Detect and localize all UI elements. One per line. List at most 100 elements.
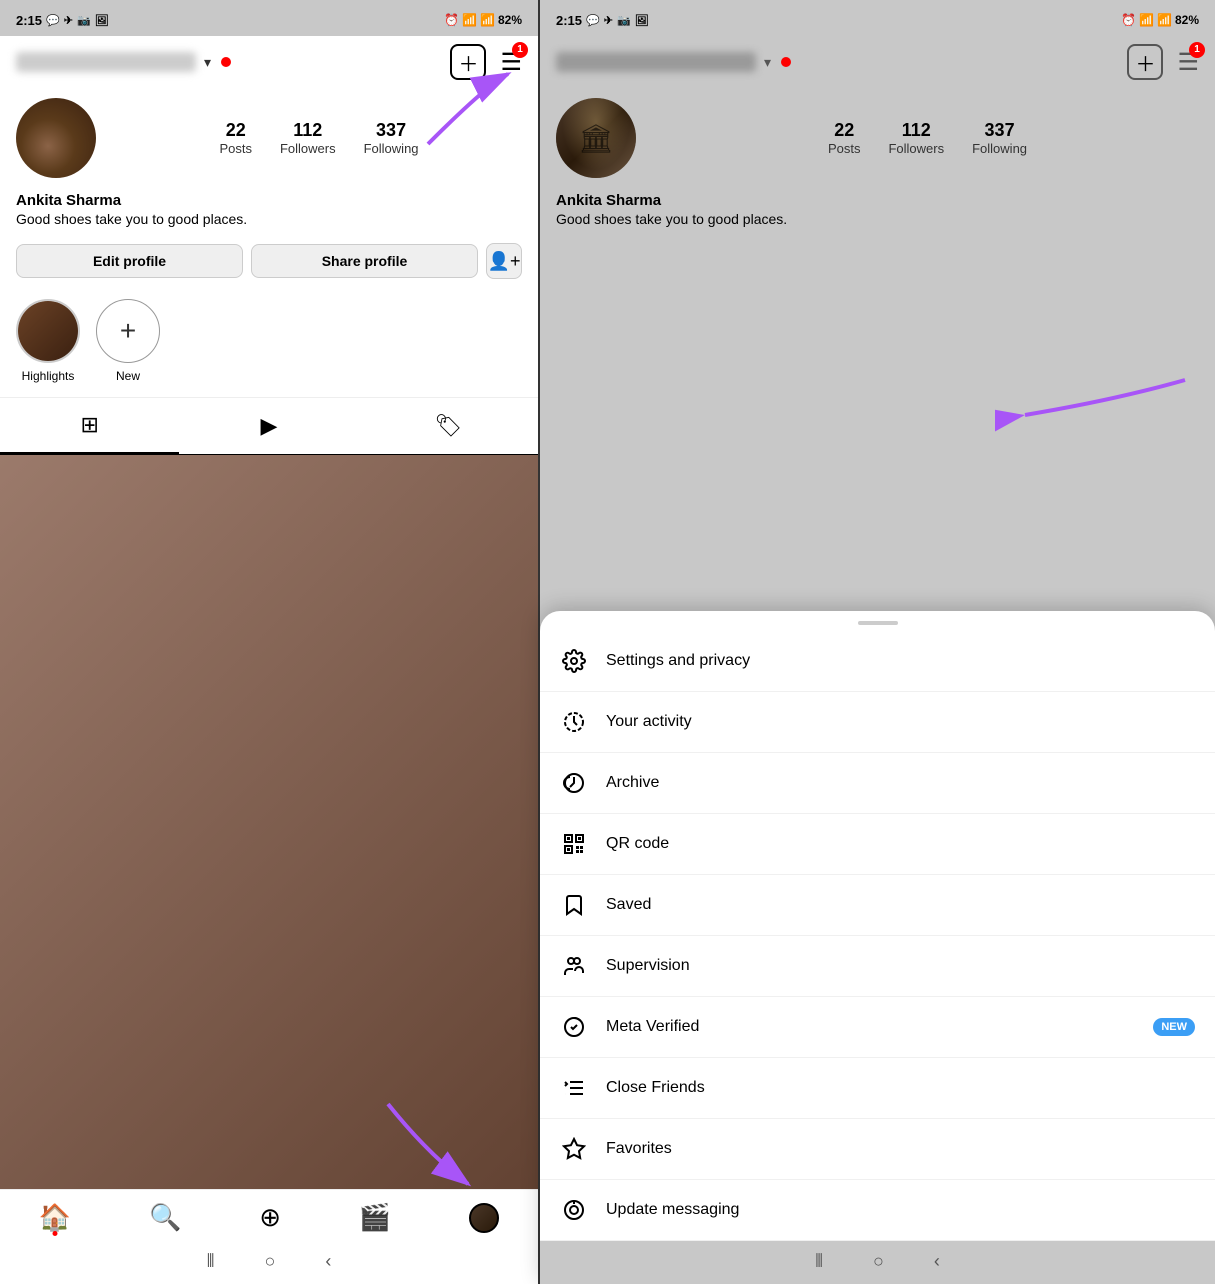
saved-label: Saved [606,896,651,914]
activity-dot-right [781,57,791,67]
arrow-to-settings [995,360,1195,440]
menu-item-archive[interactable]: Archive [540,753,1215,814]
wifi-icon: 📶 [462,13,477,27]
gallery-icon: 🖼 [95,14,109,27]
whatsapp-icon: 💬 [46,14,60,27]
posts-stat-right[interactable]: 22 Posts [828,120,861,156]
highlight-item-1[interactable]: Highlights [16,299,80,383]
add-post-button[interactable]: ＋ [450,44,486,80]
avatar-image-right: 🏛 [556,98,636,178]
signal-icon: 📶 [480,13,495,27]
profile-bio-right: Good shoes take you to good places. [556,211,1199,227]
menu-item-saved[interactable]: Saved [540,875,1215,936]
favorites-icon [560,1135,588,1163]
close-friends-icon [560,1074,588,1102]
telegram-icon-r: ✈ [604,14,613,27]
android-home-btn[interactable]: ○ [265,1251,276,1272]
update-messaging-icon [560,1196,588,1224]
signal-icon-r: 📶 [1157,13,1172,27]
menu-item-update-messaging[interactable]: Update messaging [540,1180,1215,1241]
status-bar-left: 2:15 💬 ✈ 📷 🖼 ⏰ 📶 📶 82% [0,0,538,36]
menu-item-close-friends[interactable]: Close Friends [540,1058,1215,1119]
reels-icon: ▶ [261,413,278,439]
posts-label-right: Posts [828,141,861,156]
highlight-label-new: New [116,369,140,383]
activity-label: Your activity [606,713,692,731]
add-post-button-right[interactable]: ＋ [1127,44,1163,80]
bottom-sheet: Settings and privacy Your activity Archi… [540,611,1215,1284]
tab-tagged[interactable]: 🏷 [359,398,538,454]
add-friend-button[interactable]: 👤+ [486,243,522,279]
time-left: 2:15 [16,13,42,28]
highlight-label-1: Highlights [22,369,75,383]
following-label-right: Following [972,141,1027,156]
avatar-image-left [16,98,96,178]
nav-profile[interactable] [469,1203,499,1233]
dropdown-icon-right[interactable]: ▾ [764,54,771,71]
android-menu-btn-right[interactable]: ⦀ [815,1251,823,1272]
posts-label: Posts [219,141,252,156]
username-blur [16,52,196,72]
tab-row: ⊞ ▶ 🏷 [0,397,538,455]
photo-cell-1[interactable] [0,455,538,1189]
qr-label: QR code [606,835,669,853]
tab-grid[interactable]: ⊞ [0,398,179,454]
highlight-new-circle: + [96,299,160,363]
profile-section-right: 🏛 22 Posts 112 Followers 337 Following [540,88,1215,188]
followers-stat-right[interactable]: 112 Followers [888,120,944,156]
android-menu-btn[interactable]: ⦀ [207,1251,215,1272]
stats-right: 22 Posts 112 Followers 337 Following [656,120,1199,156]
profile-name-right: Ankita Sharma [556,192,1199,209]
menu-item-settings[interactable]: Settings and privacy [540,631,1215,692]
highlight-item-new[interactable]: + New [96,299,160,383]
following-stat[interactable]: 337 Following [364,120,419,156]
hamburger-menu-button[interactable]: ☰ 1 [500,48,522,77]
menu-item-favorites[interactable]: Favorites [540,1119,1215,1180]
menu-item-meta-verified[interactable]: Meta Verified NEW [540,997,1215,1058]
profile-bio-left: Good shoes take you to good places. [16,211,522,227]
status-bar-right: 2:15 💬 ✈ 📷 🖼 ⏰ 📶 📶 82% [540,0,1215,36]
nav-home[interactable]: 🏠 [39,1202,71,1233]
android-home-btn-right[interactable]: ○ [873,1251,884,1272]
meta-verified-label: Meta Verified [606,1018,699,1036]
nav-icons-right: ＋ ☰ 1 [1127,44,1199,80]
menu-item-supervision[interactable]: Supervision [540,936,1215,997]
hamburger-menu-right[interactable]: ☰ 1 [1177,48,1199,77]
archive-label: Archive [606,774,659,792]
share-profile-button[interactable]: Share profile [251,244,478,278]
nav-reels[interactable]: 🎬 [359,1202,391,1233]
followers-count-right: 112 [888,120,944,141]
username-blur-right [556,52,756,72]
add-icon: ⊕ [259,1202,281,1233]
top-nav-left: ▾ ＋ ☰ 1 [0,36,538,88]
android-back-btn[interactable]: ‹ [325,1251,331,1272]
supervision-icon [560,952,588,980]
following-label: Following [364,141,419,156]
dropdown-icon[interactable]: ▾ [204,54,211,71]
android-back-btn-right[interactable]: ‹ [934,1251,940,1272]
activity-dot [221,57,231,67]
avatar-decoration: 🏛 [578,122,614,155]
following-stat-right[interactable]: 337 Following [972,120,1027,156]
followers-stat[interactable]: 112 Followers [280,120,336,156]
time-right: 2:15 [556,13,582,28]
menu-item-qr[interactable]: QR code [540,814,1215,875]
nav-add[interactable]: ⊕ [259,1202,281,1233]
menu-item-activity[interactable]: Your activity [540,692,1215,753]
buttons-row: Edit profile Share profile 👤+ [0,237,538,285]
notif-badge-right: 1 [1189,42,1205,58]
nav-search[interactable]: 🔍 [149,1202,181,1233]
username-section-right: ▾ [556,52,791,72]
tab-reels[interactable]: ▶ [179,398,358,454]
nav-icons: ＋ ☰ 1 [450,44,522,80]
telegram-icon: ✈ [64,14,73,27]
edit-profile-button[interactable]: Edit profile [16,244,243,278]
saved-icon [560,891,588,919]
highlight-image [18,301,78,361]
followers-label-right: Followers [888,141,944,156]
update-messaging-label: Update messaging [606,1201,739,1219]
posts-stat[interactable]: 22 Posts [219,120,252,156]
sheet-handle [858,621,898,625]
bottom-nav-left: 🏠 🔍 ⊕ 🎬 [0,1189,538,1241]
close-friends-label: Close Friends [606,1079,705,1097]
